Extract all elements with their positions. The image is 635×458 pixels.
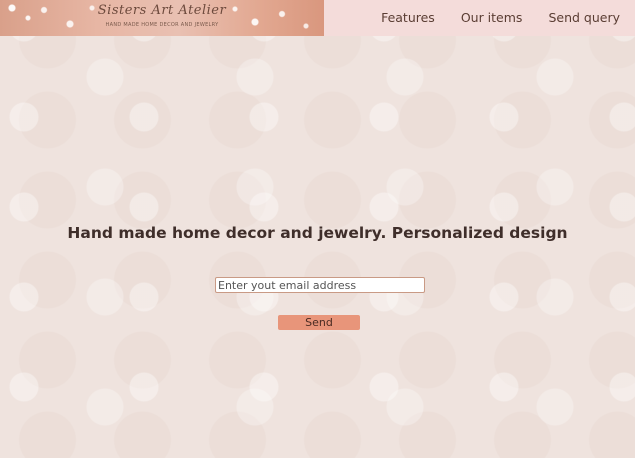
main-nav: Features Our items Send query: [381, 10, 620, 25]
logo-tagline: HAND MADE HOME DECOR AND JEWELRY: [105, 22, 219, 28]
send-button[interactable]: Send: [278, 315, 360, 330]
logo-banner[interactable]: Sisters Art Atelier HAND MADE HOME DECOR…: [0, 0, 324, 36]
nav-link-our-items[interactable]: Our items: [461, 10, 523, 25]
email-input[interactable]: [215, 277, 425, 293]
site-header: Sisters Art Atelier HAND MADE HOME DECOR…: [0, 0, 635, 36]
logo-title: Sisters Art Atelier: [97, 3, 227, 18]
hero-heading: Hand made home decor and jewelry. Person…: [67, 224, 568, 242]
nav-link-features[interactable]: Features: [381, 10, 435, 25]
nav-link-send-query[interactable]: Send query: [548, 10, 620, 25]
